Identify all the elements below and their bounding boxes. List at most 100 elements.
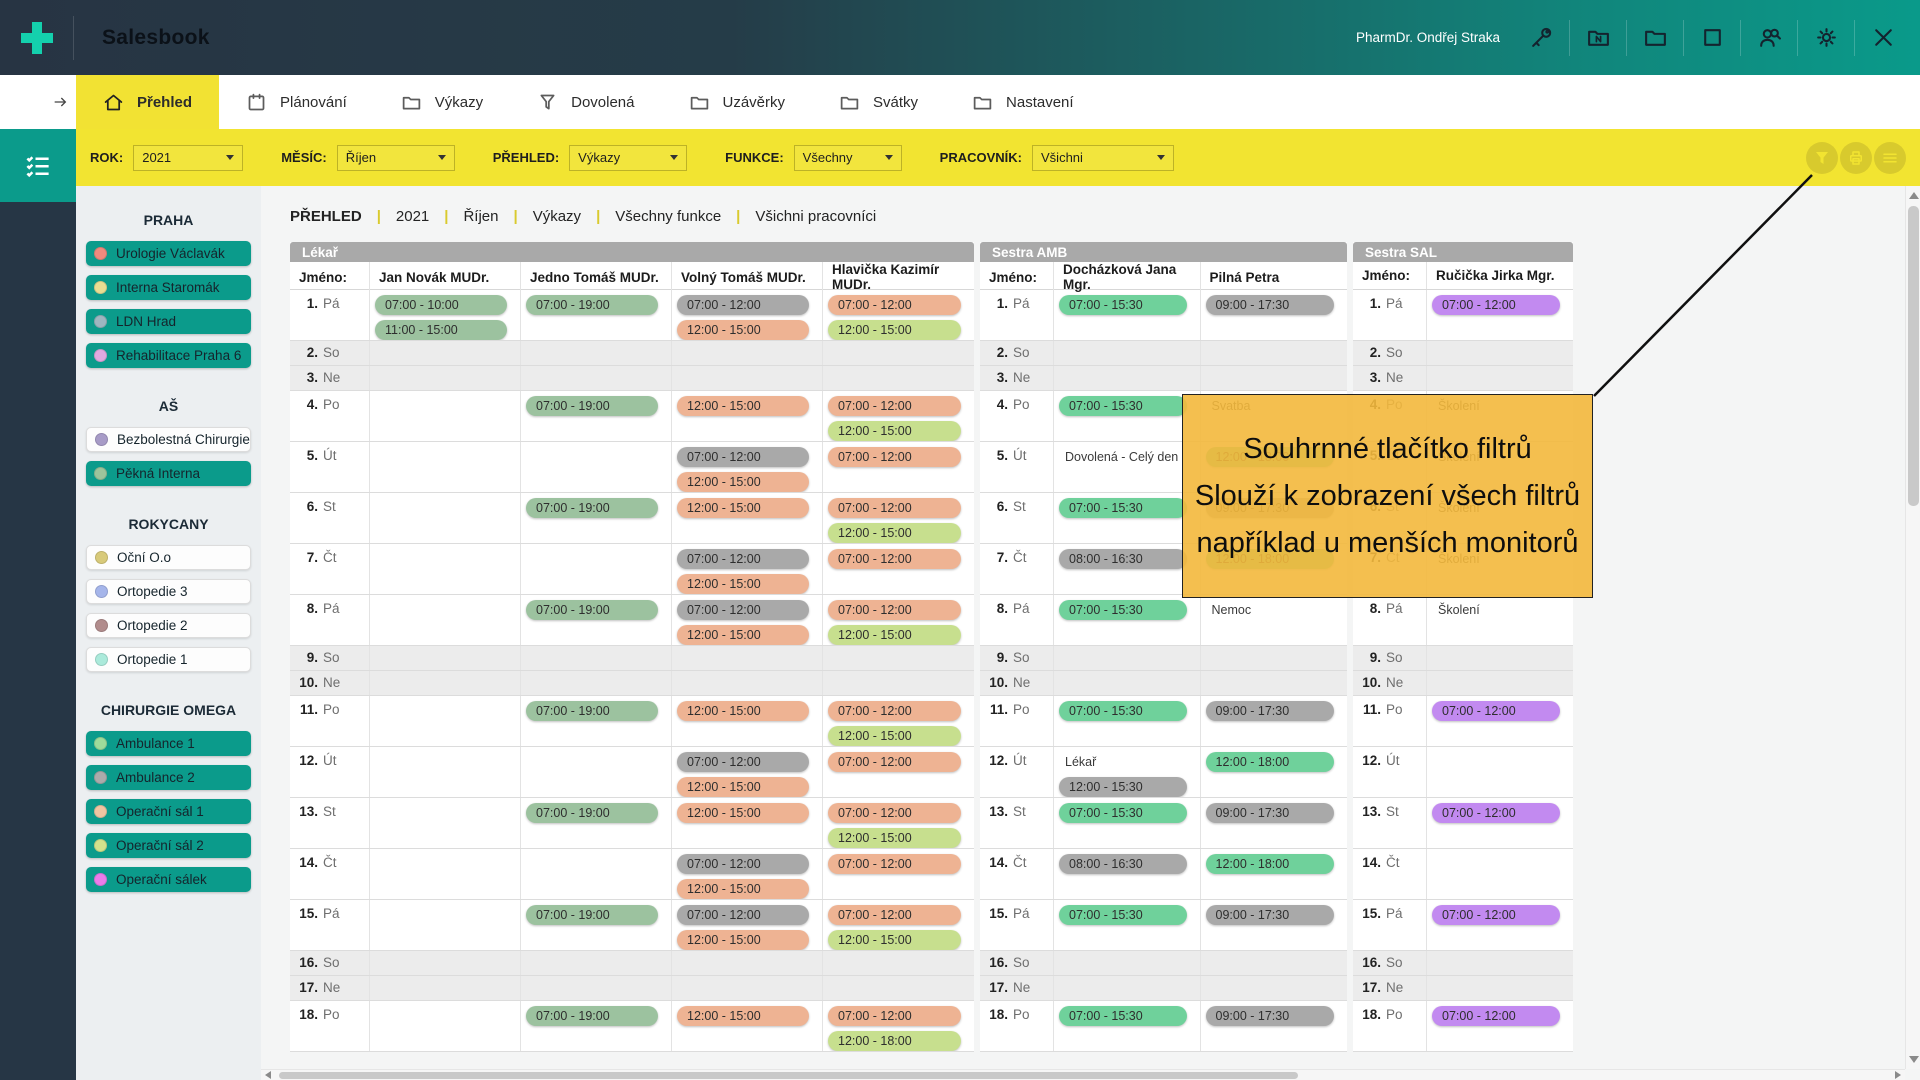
shift-pill[interactable]: 07:00 - 12:00 (828, 498, 961, 518)
shift-pill[interactable]: 07:00 - 12:00 (828, 447, 961, 467)
shift-pill[interactable]: 07:00 - 15:30 (1059, 1006, 1187, 1026)
tab-planovani[interactable]: Plánování (219, 75, 374, 129)
sidebar-item-operacni-sal-2[interactable]: Operační sál 2 (86, 833, 251, 858)
close-icon[interactable] (1868, 23, 1898, 53)
shift-pill[interactable]: 07:00 - 12:00 (677, 600, 809, 620)
shift-pill[interactable]: 12:00 - 15:00 (677, 879, 809, 899)
print-button[interactable] (1840, 142, 1872, 174)
sidebar-item-interna-staromak[interactable]: Interna Staromák (86, 275, 251, 300)
tab-prehled[interactable]: Přehled (76, 75, 219, 129)
sidebar-item-rehabilitace-praha-6[interactable]: Rehabilitace Praha 6 (86, 343, 251, 368)
shift-pill[interactable]: 07:00 - 19:00 (526, 600, 658, 620)
menu-button[interactable] (1874, 142, 1906, 174)
sidebar-item-operacni-sal-1[interactable]: Operační sál 1 (86, 799, 251, 824)
shift-pill[interactable]: 07:00 - 15:30 (1059, 295, 1187, 315)
sidebar-item-operacni-salek[interactable]: Operační sálek (86, 867, 251, 892)
shift-note[interactable]: Školení (1432, 600, 1560, 620)
filter-select-funkce[interactable]: Všechny (794, 145, 902, 171)
shift-pill[interactable]: 07:00 - 12:00 (828, 752, 961, 772)
shift-pill[interactable]: 07:00 - 12:00 (828, 701, 961, 721)
sidebar-item-ortopedie-3[interactable]: Ortopedie 3 (86, 579, 251, 604)
shift-pill[interactable]: 12:00 - 15:00 (828, 421, 961, 441)
shift-pill[interactable]: 07:00 - 15:30 (1059, 498, 1187, 518)
shift-pill[interactable]: 12:00 - 15:30 (1059, 777, 1187, 797)
shift-pill[interactable]: 07:00 - 12:00 (677, 752, 809, 772)
shift-pill[interactable]: 07:00 - 12:00 (828, 854, 961, 874)
tab-vykazy[interactable]: Výkazy (374, 75, 510, 129)
shift-pill[interactable]: 09:00 - 17:30 (1206, 295, 1335, 315)
scroll-right-icon[interactable] (1895, 1071, 1901, 1079)
shift-pill[interactable]: 07:00 - 19:00 (526, 396, 658, 416)
shift-pill[interactable]: 12:00 - 15:00 (677, 472, 809, 492)
settings-icon[interactable] (1811, 23, 1841, 53)
shift-note[interactable]: Dovolená - Celý den (1059, 447, 1187, 467)
sidebar-item-urologie-vaclavak[interactable]: Urologie Václavák (86, 241, 251, 266)
shift-pill[interactable]: 07:00 - 12:00 (677, 905, 809, 925)
sidebar-item-ldn-hrad[interactable]: LDN Hrad (86, 309, 251, 334)
window-icon[interactable] (1697, 23, 1727, 53)
shift-pill[interactable]: 07:00 - 12:00 (1432, 803, 1560, 823)
horizontal-scrollbar[interactable] (261, 1069, 1905, 1080)
shift-pill[interactable]: 11:00 - 15:00 (375, 320, 507, 340)
shift-pill[interactable]: 07:00 - 15:30 (1059, 701, 1187, 721)
shift-pill[interactable]: 12:00 - 15:00 (677, 625, 809, 645)
shift-pill[interactable]: 07:00 - 12:00 (828, 600, 961, 620)
horizontal-scroll-thumb[interactable] (279, 1072, 1298, 1079)
filter-button[interactable] (1806, 142, 1838, 174)
folder-n-icon[interactable] (1583, 23, 1613, 53)
shift-pill[interactable]: 12:00 - 18:00 (828, 1031, 961, 1051)
sidebar-item-ambulance-2[interactable]: Ambulance 2 (86, 765, 251, 790)
shift-pill[interactable]: 12:00 - 15:00 (828, 930, 961, 950)
filter-select-prehled[interactable]: Výkazy (569, 145, 687, 171)
shift-pill[interactable]: 12:00 - 15:00 (677, 498, 809, 518)
sidebar-item-pekna-interna[interactable]: Pěkná Interna (86, 461, 251, 486)
tab-dovolena[interactable]: Dovolená (510, 75, 661, 129)
shift-pill[interactable]: 12:00 - 15:00 (677, 803, 809, 823)
shift-pill[interactable]: 07:00 - 12:00 (828, 295, 961, 315)
shift-pill[interactable]: 07:00 - 15:30 (1059, 396, 1187, 416)
tab-svatky[interactable]: Svátky (812, 75, 945, 129)
shift-pill[interactable]: 12:00 - 15:00 (677, 320, 809, 340)
filter-select-rok[interactable]: 2021 (133, 145, 243, 171)
shift-pill[interactable]: 07:00 - 12:00 (677, 447, 809, 467)
shift-pill[interactable]: 07:00 - 10:00 (375, 295, 507, 315)
sidebar-item-bezbolestna-chirurgie[interactable]: Bezbolestná Chirurgie (86, 427, 251, 452)
shift-pill[interactable]: 07:00 - 15:30 (1059, 600, 1187, 620)
key-icon[interactable] (1526, 23, 1556, 53)
checklist-menu-icon[interactable] (0, 129, 76, 202)
shift-pill[interactable]: 07:00 - 12:00 (1432, 295, 1560, 315)
filter-select-mesic[interactable]: Říjen (337, 145, 455, 171)
shift-pill[interactable]: 09:00 - 17:30 (1206, 905, 1335, 925)
shift-pill[interactable]: 07:00 - 12:00 (828, 396, 961, 416)
shift-pill[interactable]: 07:00 - 12:00 (1432, 1006, 1560, 1026)
tab-uzaverky[interactable]: Uzávěrky (662, 75, 813, 129)
shift-pill[interactable]: 08:00 - 16:30 (1059, 854, 1187, 874)
shift-pill[interactable]: 09:00 - 17:30 (1206, 803, 1335, 823)
shift-pill[interactable]: 07:00 - 15:30 (1059, 905, 1187, 925)
shift-pill[interactable]: 08:00 - 16:30 (1059, 549, 1187, 569)
shift-pill[interactable]: 12:00 - 15:00 (828, 523, 961, 543)
sidebar-expand-arrow-icon[interactable] (0, 75, 76, 129)
shift-pill[interactable]: 07:00 - 19:00 (526, 905, 658, 925)
shift-pill[interactable]: 07:00 - 19:00 (526, 498, 658, 518)
shift-pill[interactable]: 07:00 - 12:00 (677, 549, 809, 569)
shift-pill[interactable]: 12:00 - 15:00 (828, 726, 961, 746)
shift-pill[interactable]: 12:00 - 15:00 (677, 777, 809, 797)
shift-note[interactable]: Nemoc (1206, 600, 1335, 620)
sidebar-item-ortopedie-1[interactable]: Ortopedie 1 (86, 647, 251, 672)
scroll-down-icon[interactable] (1909, 1056, 1919, 1063)
shift-pill[interactable]: 12:00 - 15:00 (828, 625, 961, 645)
shift-pill[interactable]: 12:00 - 15:00 (828, 320, 961, 340)
shift-pill[interactable]: 07:00 - 19:00 (526, 1006, 658, 1026)
shift-pill[interactable]: 09:00 - 17:30 (1206, 1006, 1335, 1026)
shift-pill[interactable]: 12:00 - 18:00 (1206, 752, 1335, 772)
shift-note[interactable]: Lékař (1059, 752, 1187, 772)
shift-pill[interactable]: 12:00 - 15:00 (677, 574, 809, 594)
shift-pill[interactable]: 07:00 - 15:30 (1059, 803, 1187, 823)
vertical-scrollbar[interactable] (1905, 186, 1920, 1069)
shift-pill[interactable]: 07:00 - 19:00 (526, 701, 658, 721)
shift-pill[interactable]: 07:00 - 12:00 (677, 854, 809, 874)
tab-nastaveni[interactable]: Nastavení (945, 75, 1101, 129)
shift-pill[interactable]: 07:00 - 12:00 (1432, 905, 1560, 925)
shift-pill[interactable]: 12:00 - 15:00 (677, 396, 809, 416)
